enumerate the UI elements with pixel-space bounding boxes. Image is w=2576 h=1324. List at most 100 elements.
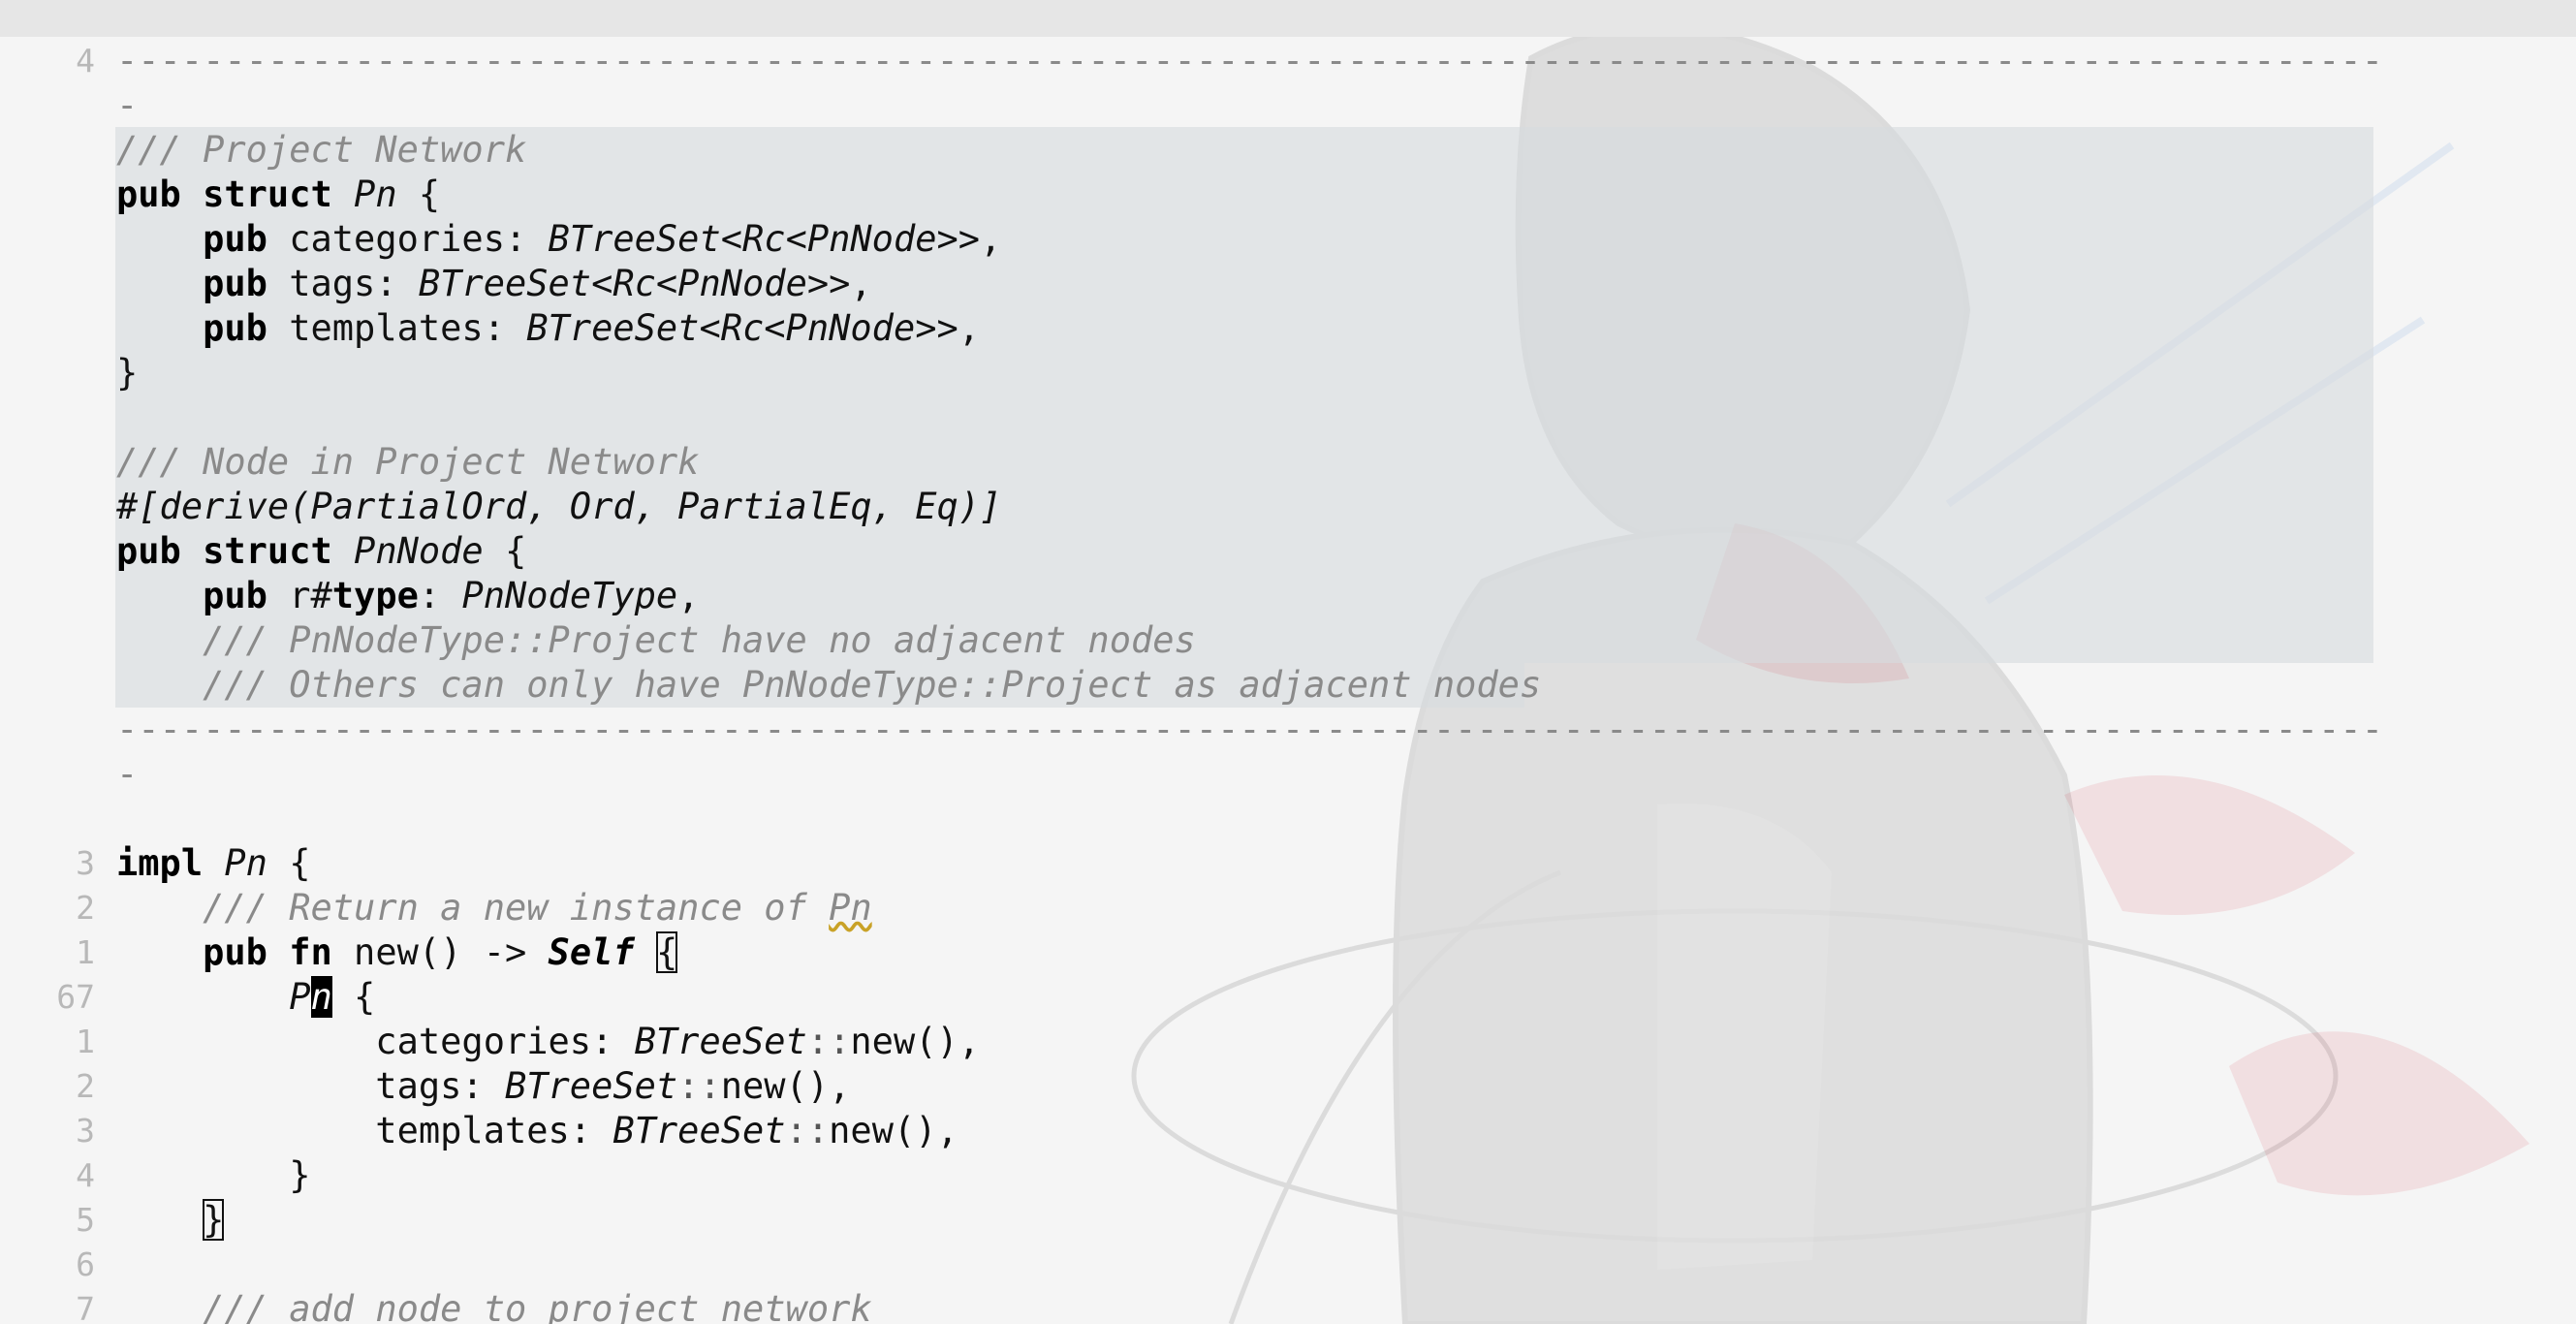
- keyword: struct: [203, 173, 332, 215]
- breadcrumb-item-pn[interactable]: n: [79, 36, 99, 37]
- code-text: }: [116, 1154, 311, 1196]
- line-code[interactable]: pub tags: BTreeSet<Rc<PnNode>>,: [116, 262, 872, 306]
- code-line[interactable]: 4 }: [0, 1153, 2576, 1198]
- breadcrumb-item-new[interactable]: new: [159, 36, 218, 37]
- code-line[interactable]: /// Project Network: [0, 128, 2576, 173]
- code-line[interactable]: /// Node in Project Network: [0, 440, 2576, 485]
- line-code[interactable]: }: [116, 351, 138, 395]
- line-code[interactable]: }: [116, 1153, 310, 1198]
- keyword: pub: [203, 307, 267, 349]
- code-line[interactable]: pub r#type: PnNodeType,: [0, 574, 2576, 618]
- code-text: {: [396, 173, 441, 215]
- code-line[interactable]: pub struct PnNode {: [0, 529, 2576, 574]
- line-code[interactable]: Pn {: [116, 975, 375, 1020]
- code-line[interactable]: [0, 395, 2576, 440]
- code-line[interactable]: -: [0, 752, 2576, 797]
- doc-comment: /// Others can only have PnNodeType::Pro…: [203, 664, 1542, 706]
- code-line[interactable]: -: [0, 83, 2576, 128]
- line-number: 7: [76, 1290, 95, 1324]
- keyword: pub: [203, 218, 267, 260]
- code-text: templates:: [116, 1110, 613, 1151]
- code-text: tags:: [267, 263, 419, 304]
- code-line[interactable]: #[derive(PartialOrd, Ord, PartialEq, Eq)…: [0, 485, 2576, 529]
- code-text: new() ->: [331, 931, 549, 973]
- matching-bracket: {: [655, 931, 678, 973]
- line-code[interactable]: pub r#type: PnNodeType,: [116, 574, 699, 618]
- code-line[interactable]: 2 tags: BTreeSet::new(),: [0, 1064, 2576, 1109]
- separator-rule: ----------------------------------------…: [116, 709, 2383, 750]
- line-code[interactable]: /// Others can only have PnNodeType::Pro…: [116, 663, 1541, 708]
- line-number: 4: [76, 42, 95, 79]
- line-code[interactable]: }: [116, 1198, 225, 1243]
- line-code[interactable]: /// Return a new instance of Pn: [116, 886, 872, 930]
- line-code[interactable]: categories: BTreeSet::new(),: [116, 1020, 980, 1064]
- code-line[interactable]: /// Others can only have PnNodeType::Pro…: [0, 663, 2576, 708]
- code-line[interactable]: 3 templates: BTreeSet::new(),: [0, 1109, 2576, 1153]
- code-line[interactable]: ----------------------------------------…: [0, 708, 2576, 752]
- line-code[interactable]: tags: BTreeSet::new(),: [116, 1064, 850, 1109]
- code-text: :: [418, 575, 462, 616]
- line-code[interactable]: pub fn new() -> Self {: [116, 930, 678, 975]
- code-line[interactable]: 7 /// add node to project network: [0, 1287, 2576, 1324]
- keyword: pub: [203, 263, 267, 304]
- line-code[interactable]: pub categories: BTreeSet<Rc<PnNode>>,: [116, 217, 1001, 262]
- code-line[interactable]: [0, 797, 2576, 841]
- line-code[interactable]: -: [116, 752, 138, 797]
- line-code[interactable]: pub struct Pn {: [116, 173, 440, 217]
- code-line[interactable]: pub struct Pn {: [0, 173, 2576, 217]
- code-text: {: [331, 976, 376, 1018]
- keyword: struct: [203, 530, 332, 572]
- line-code[interactable]: /// Node in Project Network: [116, 440, 699, 485]
- code-line[interactable]: 1 categories: BTreeSet::new(),: [0, 1020, 2576, 1064]
- code-line[interactable]: 1 pub fn new() -> Self {: [0, 930, 2576, 975]
- code-line[interactable]: /// PnNodeType::Project have no adjacent…: [0, 618, 2576, 663]
- code-line[interactable]: pub categories: BTreeSet<Rc<PnNode>>,: [0, 217, 2576, 262]
- code-line[interactable]: }: [0, 351, 2576, 395]
- code-text: {: [483, 530, 527, 572]
- code-line[interactable]: 5 }: [0, 1198, 2576, 1243]
- code-editor[interactable]: n > new 4-------------------------------…: [0, 0, 2576, 1324]
- line-code[interactable]: /// PnNodeType::Project have no adjacent…: [116, 618, 1196, 663]
- line-number: 1: [76, 933, 95, 971]
- line-code[interactable]: ----------------------------------------…: [116, 39, 2383, 83]
- path-separator: ::: [677, 1065, 721, 1107]
- line-number: 4: [76, 1156, 95, 1194]
- line-code[interactable]: impl Pn {: [116, 841, 311, 886]
- code-lines[interactable]: 4 ---------------------------------------…: [0, 39, 2576, 1324]
- separator-rule: ----------------------------------------…: [116, 40, 2383, 81]
- code-line[interactable]: pub templates: BTreeSet<Rc<PnNode>>,: [0, 306, 2576, 351]
- type-name: BTreeSet: [634, 1021, 807, 1062]
- doc-comment: /// Node in Project Network: [116, 441, 700, 483]
- line-code[interactable]: pub struct PnNode {: [116, 529, 526, 574]
- line-code[interactable]: ----------------------------------------…: [116, 708, 2383, 752]
- code-line[interactable]: 4 ---------------------------------------…: [0, 39, 2576, 83]
- line-code[interactable]: templates: BTreeSet::new(),: [116, 1109, 958, 1153]
- keyword: pub: [116, 530, 181, 572]
- code-line[interactable]: 6: [0, 1243, 2576, 1287]
- code-line[interactable]: pub tags: BTreeSet<Rc<PnNode>>,: [0, 262, 2576, 306]
- doc-comment: /// PnNodeType::Project have no adjacent…: [203, 619, 1196, 661]
- keyword: fn: [289, 931, 332, 973]
- line-code[interactable]: -: [116, 83, 138, 128]
- code-text: new(),: [850, 1021, 981, 1062]
- line-code[interactable]: #[derive(PartialOrd, Ord, PartialEq, Eq)…: [116, 485, 1001, 529]
- line-code[interactable]: pub templates: BTreeSet<Rc<PnNode>>,: [116, 306, 980, 351]
- code-text: new(),: [829, 1110, 958, 1151]
- code-line[interactable]: 3 impl Pn {: [0, 841, 2576, 886]
- text-cursor: n: [310, 976, 332, 1018]
- code-line[interactable]: 67 Pn {: [0, 975, 2576, 1020]
- line-code[interactable]: /// add node to project network: [116, 1287, 872, 1324]
- line-code[interactable]: /// Project Network: [116, 128, 526, 173]
- line-number: 3: [76, 844, 95, 882]
- code-line[interactable]: 2 /// Return a new instance of Pn: [0, 886, 2576, 930]
- matching-bracket: }: [203, 1199, 225, 1241]
- code-text: templates:: [267, 307, 527, 349]
